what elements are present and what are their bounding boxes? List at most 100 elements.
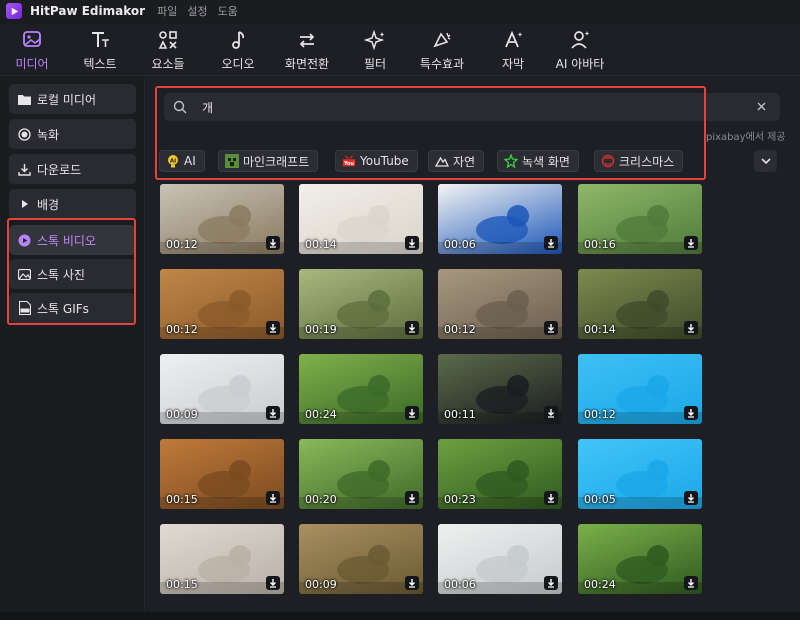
sidebar-item-background[interactable]: 배경 <box>9 189 136 219</box>
download-icon[interactable] <box>266 321 280 335</box>
download-icon[interactable] <box>405 406 419 420</box>
video-duration: 00:15 <box>166 578 198 591</box>
video-thumbnail[interactable]: 00:06 <box>438 184 562 254</box>
timeline-edge <box>0 612 800 620</box>
filter-icon <box>364 30 385 50</box>
tab-audio[interactable]: 오디오 <box>216 30 260 74</box>
app-title: HitPaw Edimakor <box>30 4 146 18</box>
video-duration: 00:12 <box>166 238 198 251</box>
video-duration: 00:09 <box>305 578 337 591</box>
stock-highlight-box <box>7 218 136 325</box>
tab-elements-label: 요소들 <box>151 57 185 71</box>
video-thumbnail[interactable]: 00:20 <box>299 439 423 509</box>
tab-audio-label: 오디오 <box>221 57 255 71</box>
video-duration: 00:06 <box>444 578 476 591</box>
video-thumbnail[interactable]: 00:19 <box>299 269 423 339</box>
download-icon[interactable] <box>266 491 280 505</box>
download-icon[interactable] <box>684 406 698 420</box>
sidebar-item-local-media[interactable]: 로컬 미디어 <box>9 84 136 114</box>
tab-transition-label: 화면전환 <box>284 57 330 71</box>
tab-elements[interactable]: 요소들 <box>146 30 190 74</box>
menu-file[interactable]: 파일 <box>157 3 177 19</box>
text-icon <box>92 32 109 47</box>
video-thumbnail[interactable]: 00:06 <box>438 524 562 594</box>
video-thumbnail[interactable]: 00:16 <box>578 184 702 254</box>
tab-transition[interactable]: 화면전환 <box>281 30 333 74</box>
video-thumbnail[interactable]: 00:09 <box>299 524 423 594</box>
video-duration: 00:20 <box>305 493 337 506</box>
video-thumbnail[interactable]: 00:15 <box>160 439 284 509</box>
download-icon[interactable] <box>405 321 419 335</box>
record-icon <box>18 127 31 141</box>
download-icon[interactable] <box>544 491 558 505</box>
video-thumbnail[interactable]: 00:12 <box>160 184 284 254</box>
video-thumbnail[interactable]: 00:12 <box>438 269 562 339</box>
tab-subtitle-label: 자막 <box>501 57 525 71</box>
video-thumbnail[interactable]: 00:05 <box>578 439 702 509</box>
audio-icon <box>232 31 245 49</box>
app-logo-icon <box>6 3 22 19</box>
effects-icon <box>433 32 451 48</box>
video-thumbnail[interactable]: 00:11 <box>438 354 562 424</box>
download-icon[interactable] <box>684 576 698 590</box>
video-duration: 00:06 <box>444 238 476 251</box>
download-icon[interactable] <box>684 321 698 335</box>
video-thumbnail[interactable]: 00:09 <box>160 354 284 424</box>
video-duration: 00:24 <box>305 408 337 421</box>
video-thumbnail[interactable]: 00:12 <box>578 354 702 424</box>
tab-effects-label: 특수효과 <box>419 57 465 71</box>
video-thumbnail[interactable]: 00:14 <box>578 269 702 339</box>
folder-icon <box>18 93 31 106</box>
download-icon[interactable] <box>405 576 419 590</box>
sidebar-item-record[interactable]: 녹화 <box>9 119 136 149</box>
tab-media-label: 미디어 <box>15 57 49 71</box>
tab-text[interactable]: 텍스트 <box>78 30 122 74</box>
download-icon[interactable] <box>266 236 280 250</box>
tab-effects[interactable]: 특수효과 <box>414 30 470 74</box>
download-icon[interactable] <box>684 236 698 250</box>
subtitle-icon <box>505 30 523 48</box>
elements-icon <box>158 31 177 49</box>
video-thumbnail[interactable]: 00:23 <box>438 439 562 509</box>
sidebar-item-label: 배경 <box>37 197 60 212</box>
download-icon[interactable] <box>266 576 280 590</box>
download-icon[interactable] <box>544 406 558 420</box>
menu-help[interactable]: 도움 <box>218 3 238 19</box>
video-duration: 00:09 <box>166 408 198 421</box>
video-thumbnail[interactable]: 00:15 <box>160 524 284 594</box>
main-toolbar: 미디어 텍스트 요소들 오디오 화면전환 필터 특수효과 자막 AI 아바타 <box>0 24 800 76</box>
video-thumbnail[interactable]: 00:14 <box>299 184 423 254</box>
download-icon[interactable] <box>684 491 698 505</box>
video-duration: 00:12 <box>584 408 616 421</box>
sidebar-item-download[interactable]: 다운로드 <box>9 154 136 184</box>
tab-ai-avatar[interactable]: AI 아바타 <box>551 30 609 74</box>
download-icon[interactable] <box>266 406 280 420</box>
tab-subtitle[interactable]: 자막 <box>497 30 529 74</box>
provider-credit: pixabay에서 제공 <box>706 132 786 143</box>
video-thumbnail[interactable]: 00:24 <box>578 524 702 594</box>
download-icon[interactable] <box>405 236 419 250</box>
transition-icon <box>299 33 315 48</box>
tab-filter[interactable]: 필터 <box>359 30 391 74</box>
download-icon <box>18 163 31 176</box>
download-icon[interactable] <box>544 576 558 590</box>
download-icon[interactable] <box>544 321 558 335</box>
menu-settings[interactable]: 설정 <box>187 3 207 19</box>
video-thumbnail[interactable]: 00:24 <box>299 354 423 424</box>
video-thumbnail[interactable]: 00:12 <box>160 269 284 339</box>
sidebar-item-label: 로컬 미디어 <box>37 92 97 107</box>
tab-media[interactable]: 미디어 <box>12 30 52 74</box>
tab-text-label: 텍스트 <box>83 57 117 71</box>
media-sidebar: 로컬 미디어 녹화 다운로드 배경 스톡 비디오 스톡 사진 스톡 GIFs <box>0 77 145 612</box>
video-duration: 00:12 <box>444 323 476 336</box>
sidebar-item-label: 녹화 <box>37 127 60 142</box>
media-icon <box>23 31 41 47</box>
video-duration: 00:14 <box>305 238 337 251</box>
close-icon[interactable] <box>755 100 768 113</box>
download-icon[interactable] <box>405 491 419 505</box>
chevron-down-icon <box>760 157 771 164</box>
tab-filter-label: 필터 <box>363 57 387 71</box>
download-icon[interactable] <box>544 236 558 250</box>
video-duration: 00:05 <box>584 493 616 506</box>
chips-expand-button[interactable] <box>754 150 777 172</box>
